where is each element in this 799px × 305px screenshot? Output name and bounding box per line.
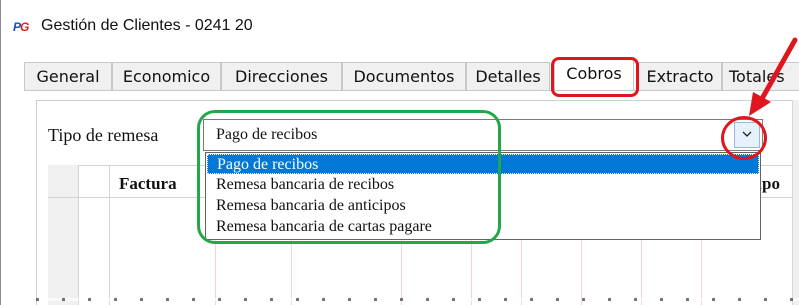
annotation-red-circle xyxy=(721,116,767,160)
grid-bottom-edge xyxy=(36,298,799,301)
app-logo-icon: PG xyxy=(13,20,29,34)
tab-detalles[interactable]: Detalles xyxy=(466,62,550,90)
grid-indicator-column xyxy=(79,165,110,305)
grid-header-factura[interactable]: Factura xyxy=(119,174,177,194)
tab-economico[interactable]: Economico xyxy=(112,62,221,90)
tipo-remesa-label: Tipo de remesa xyxy=(48,125,159,145)
tab-divider xyxy=(24,90,799,91)
tab-strip: General Economico Direcciones Documentos… xyxy=(24,59,799,92)
arrow-icon xyxy=(749,37,798,116)
tab-direcciones[interactable]: Direcciones xyxy=(221,62,342,90)
grid-row-header xyxy=(48,165,79,305)
client-management-window: PG Gestión de Clientes - 0241 20 General… xyxy=(0,0,799,305)
annotation-red-tab-highlight xyxy=(551,57,639,97)
window-title: Gestión de Clientes - 0241 20 xyxy=(41,17,253,34)
vertical-scrollbar[interactable] xyxy=(792,100,799,305)
tab-documentos[interactable]: Documentos xyxy=(342,62,466,90)
tab-general[interactable]: General xyxy=(24,62,112,90)
tab-extracto[interactable]: Extracto xyxy=(638,62,722,90)
annotation-green-highlight xyxy=(197,110,501,244)
title-bar: PG Gestión de Clientes - 0241 20 xyxy=(1,0,799,54)
